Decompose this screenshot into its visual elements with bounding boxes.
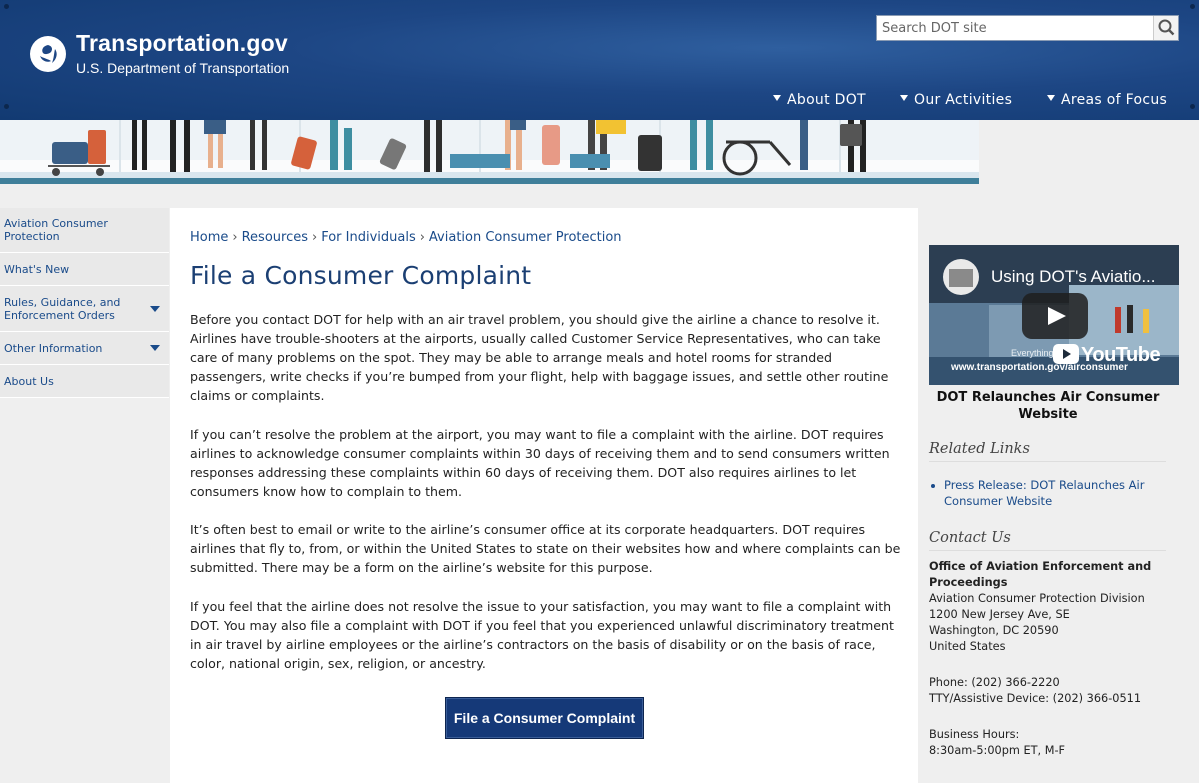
left-sidebar-nav: Aviation Consumer Protection What's New … [0,208,169,398]
youtube-logo-icon [1053,344,1079,364]
rivet [4,4,9,9]
related-link-press-release[interactable]: Press Release: DOT Relaunches Air Consum… [944,477,1166,509]
contact-division: Aviation Consumer Protection Division [929,592,1145,605]
breadcrumb-home[interactable]: Home [190,230,228,245]
list-item: Press Release: DOT Relaunches Air Consum… [929,477,1166,509]
search-button[interactable] [1153,16,1178,40]
nav-label: Areas of Focus [1061,92,1168,108]
contact-us-heading: Contact Us [929,530,1166,551]
sidebar-item-aviation-consumer-protection[interactable]: Aviation Consumer Protection [0,208,169,253]
contact-org: Office of Aviation Enforcement and Proce… [929,560,1152,589]
breadcrumb-separator: › [311,230,318,245]
sidebar-item-label: Rules, Guidance, and Enforcement Orders [4,295,121,322]
sidebar-item-label: Other Information [4,341,103,355]
nav-about-dot[interactable]: About DOT [773,92,866,110]
contact-address-line2: Washington, DC 20590 [929,624,1059,637]
sidebar-item-rules-guidance[interactable]: Rules, Guidance, and Enforcement Orders [0,286,169,332]
site-title[interactable]: Transportation.gov [76,30,288,57]
breadcrumb-aviation-consumer-protection[interactable]: Aviation Consumer Protection [429,230,622,245]
file-consumer-complaint-button[interactable]: File a Consumer Complaint [445,697,644,739]
sidebar-item-whats-new[interactable]: What's New [0,253,169,286]
main-content: Home › Resources › For Individuals › Aviation … [170,208,918,783]
search-input[interactable] [877,16,1154,40]
airport-illustration-banner [0,120,979,184]
site-subtitle[interactable]: U.S. Department of Transportation [76,60,289,76]
related-links-heading: Related Links [929,441,1166,462]
sidebar-item-other-information[interactable]: Other Information [0,332,169,365]
contact-country: United States [929,640,1006,653]
contact-airline-paragraph: It’s often best to email or write to the… [190,522,901,575]
nav-label: Our Activities [914,92,1013,108]
play-button[interactable] [1022,293,1088,339]
breadcrumb-separator: › [419,230,425,245]
caret-down-icon [1047,95,1055,101]
nav-areas-of-focus[interactable]: Areas of Focus [1047,92,1167,110]
play-icon [1048,307,1066,325]
nav-our-activities[interactable]: Our Activities [900,92,1012,110]
related-links-list: Press Release: DOT Relaunches Air Consum… [929,477,1166,509]
caret-down-icon [773,95,781,101]
chevron-down-icon[interactable] [150,345,160,351]
video-title[interactable]: Using DOT's Aviatio... [991,267,1156,287]
youtube-wordmark[interactable]: YouTube [1081,344,1161,367]
contact-info: Office of Aviation Enforcement and Proce… [929,559,1179,759]
sidebar-item-label: What's New [4,262,70,276]
contact-tty: TTY/Assistive Device: (202) 366-0511 [929,692,1142,705]
caret-down-icon [900,95,908,101]
rivet [4,104,9,109]
search-box [876,15,1179,41]
sidebar-item-label: Aviation Consumer Protection [4,217,108,243]
file-with-dot-paragraph: If you feel that the airline does not re… [190,599,894,671]
youtube-video-embed[interactable]: Using DOT's Aviatio... Everything You ww… [929,245,1179,385]
video-caption: DOT Relaunches Air Consumer Website [936,390,1160,422]
nav-label: About DOT [787,92,866,108]
search-icon [1158,19,1175,36]
rivet [1190,104,1195,109]
business-hours: 8:30am-5:00pm ET, M-F [929,744,1066,757]
rivet [1190,4,1195,9]
airline-complaint-paragraph: If you can’t resolve the problem at the … [190,427,890,499]
contact-address-line1: 1200 New Jersey Ave, SE [929,608,1070,621]
business-hours-label: Business Hours: [929,728,1020,741]
breadcrumb: Home › Resources › For Individuals › Aviation … [190,230,622,245]
breadcrumb-resources[interactable]: Resources [242,230,308,245]
contact-phone: Phone: (202) 366-2220 [929,676,1060,689]
sidebar-item-label: About Us [4,374,54,388]
breadcrumb-for-individuals[interactable]: For Individuals [321,230,416,245]
intro-paragraph: Before you contact DOT for help with an … [190,312,889,403]
bullet-icon [931,484,935,488]
site-header: Transportation.gov U.S. Department of Tr… [0,0,1199,120]
page-title: File a Consumer Complaint [190,261,532,290]
breadcrumb-separator: › [232,230,238,245]
chevron-down-icon[interactable] [150,305,160,312]
sidebar-item-about-us[interactable]: About Us [0,365,169,398]
dot-logo-icon[interactable] [30,36,66,72]
